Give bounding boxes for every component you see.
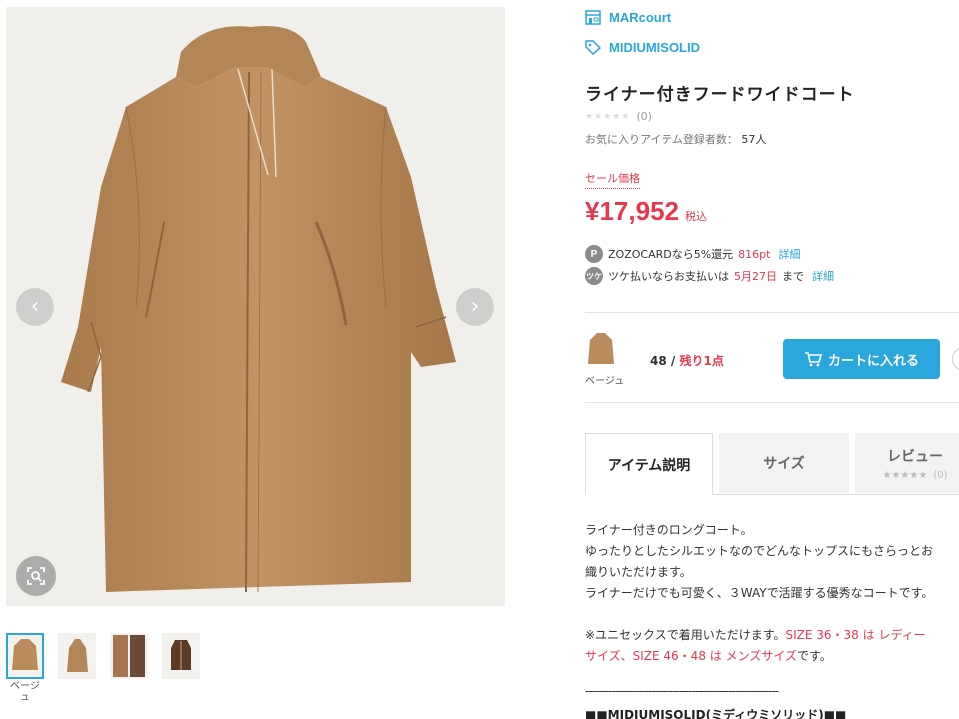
product-title: ライナー付きフードワイドコート [585,85,855,105]
size-stock: 48 / 残り1点 [650,352,724,369]
favorite-count: お気に入りアイテム登録者数： 57人 [585,131,766,147]
tab-review-label: レビュー [887,448,943,465]
coat-illustration [61,26,456,593]
chevron-left-icon[interactable]: ‹ [16,288,54,326]
brand-link[interactable]: MIDIUMISOLID [585,40,700,55]
favorite-number: 57人 [741,133,767,146]
shop-icon [585,10,601,25]
tsuke-text: ツケ払いならお支払いは [608,270,729,283]
desc-line: ※ユニセックスで着用いただけます。SIZE 36・38 は レディー [585,625,959,646]
zozocard-text: ZOZOCARDなら5%還元 [608,248,734,261]
rating-stars: ★★★★★ [585,111,631,122]
size-value: 48 [650,354,667,368]
main-product-image[interactable]: ‹ › [6,7,505,606]
tsuke-suffix: まで [782,270,804,283]
desc-size-note: サイズ、SIZE 46・48 は メンズサイズ [585,649,797,663]
desc-separator: ----------------------------------------… [585,684,779,698]
tsuke-icon: ツケ [585,267,603,285]
desc-note-end: です。 [796,649,832,663]
zoom-icon[interactable] [16,556,56,596]
separator: / [670,354,676,368]
divider [585,402,959,403]
cart-icon [804,352,822,367]
favorite-label: お気に入りアイテム登録者数： [585,133,738,146]
tsuke-detail-link[interactable]: 詳細 [812,268,834,284]
sale-label: セール価格 [585,170,640,189]
stock-remaining: 残り1点 [679,354,724,368]
thumbnail-strip: ベージュ [6,633,200,703]
tsuke-date: 5月27日 [734,270,777,283]
desc-line: ゆったりとしたシルエットなのでどんなトップスにもさらっとお [585,544,934,558]
point-icon: P [585,245,603,263]
add-to-cart-button[interactable]: カートに入れる [783,339,940,379]
item-description: ライナー付きのロングコート。 ゆったりとしたシルエットなのでどんなトップスにもさ… [585,520,959,667]
divider [585,312,959,313]
thumbnail-image [58,633,96,679]
tab-size-label: サイズ [763,456,805,472]
tab-review-rating: ★★★★★ (0) [883,470,948,481]
variant-color-label: ベージュ [585,376,625,387]
tab-review-count: (0) [933,469,948,481]
desc-brand-heading: ■■MIDIUMISOLID(ミディウミソリッド)■■ [585,708,847,719]
tab-underline [713,494,959,495]
chevron-right-icon[interactable]: › [456,288,494,326]
tab-size[interactable]: サイズ [719,433,849,493]
tab-description[interactable]: アイテム説明 [585,433,713,495]
desc-line: ライナー付きのロングコート。 [585,523,753,537]
shop-name: MARcourt [609,10,672,25]
shop-link[interactable]: MARcourt [585,10,671,25]
thumbnail-2[interactable] [58,633,96,703]
variant-thumbnail [585,330,617,370]
tab-review[interactable]: レビュー ★★★★★ (0) [855,433,959,493]
thumbnail-1[interactable]: ベージュ [6,633,44,703]
zozocard-row: P ZOZOCARDなら5%還元 816pt 詳細 [585,245,800,263]
thumbnail-image [110,633,148,679]
desc-note: ※ユニセックスで着用いただけます。 [585,628,786,642]
desc-size-note: SIZE 36・38 は レディー [785,628,926,642]
tab-review-stars: ★★★★★ [882,469,928,481]
desc-line: ライナーだけでも可愛く、３WAYで活躍する優秀なコートです。 [585,586,934,600]
price-value: ¥17,952 [585,196,679,226]
cart-label: カートに入れる [827,353,919,369]
price: ¥17,952 税込 [585,196,707,227]
tab-description-label: アイテム説明 [607,457,691,474]
thumbnail-3[interactable] [110,633,148,703]
tax-label: 税込 [684,210,707,223]
zozocard-points: 816pt [738,247,771,261]
thumbnail-image [6,633,44,679]
thumbnail-image [162,633,200,679]
review-count: (0) [636,110,652,123]
favorite-button[interactable] [952,347,959,371]
product-rating[interactable]: ★★★★★ (0) [585,110,652,123]
desc-line: サイズ、SIZE 46・48 は メンズサイズです。 [585,646,959,667]
zozocard-detail-link[interactable]: 詳細 [778,246,800,262]
brand-name: MIDIUMISOLID [609,40,700,55]
thumbnail-label: ベージュ [10,681,40,703]
tag-icon [585,40,601,55]
desc-line: 織りいただけます。 [585,565,692,579]
color-variant[interactable]: ベージュ [585,330,624,387]
thumbnail-4[interactable] [162,633,200,703]
tsuke-row: ツケ ツケ払いならお支払いは 5月27日 まで 詳細 [585,267,834,285]
